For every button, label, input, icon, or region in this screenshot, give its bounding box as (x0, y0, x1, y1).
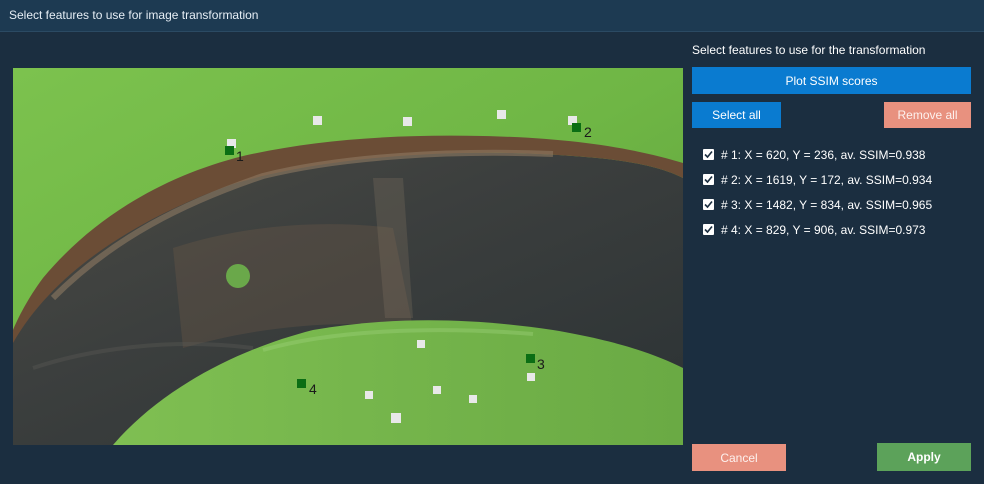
panel-heading: Select features to use for the transform… (692, 43, 926, 57)
feature-row-1[interactable]: # 1: X = 620, Y = 236, av. SSIM=0.938 (703, 142, 932, 167)
marker-label: 1 (236, 148, 244, 164)
checkmark-icon (704, 200, 713, 209)
feature-label: # 4: X = 829, Y = 906, av. SSIM=0.973 (721, 222, 926, 237)
feature-label: # 2: X = 1619, Y = 172, av. SSIM=0.934 (721, 172, 933, 187)
drone-image-canvas[interactable]: 1 2 3 4 (13, 68, 683, 445)
feature-checkbox-4[interactable] (703, 224, 714, 235)
feature-label: # 1: X = 620, Y = 236, av. SSIM=0.938 (721, 147, 926, 162)
marker-label: 3 (537, 356, 545, 372)
feature-row-4[interactable]: # 4: X = 829, Y = 906, av. SSIM=0.973 (703, 217, 932, 242)
select-all-button[interactable]: Select all (692, 102, 781, 128)
marker-label: 4 (309, 381, 317, 397)
title-bar: Select features to use for image transfo… (0, 0, 984, 32)
marker-label: 2 (584, 124, 592, 140)
feature-checkbox-3[interactable] (703, 199, 714, 210)
feature-checkbox-1[interactable] (703, 149, 714, 160)
checkmark-icon (704, 150, 713, 159)
window-title: Select features to use for image transfo… (9, 8, 259, 22)
feature-row-2[interactable]: # 2: X = 1619, Y = 172, av. SSIM=0.934 (703, 167, 932, 192)
feature-row-3[interactable]: # 3: X = 1482, Y = 834, av. SSIM=0.965 (703, 192, 932, 217)
feature-label: # 3: X = 1482, Y = 834, av. SSIM=0.965 (721, 197, 933, 212)
drone-image[interactable]: 1 2 3 4 (13, 68, 683, 445)
apply-button[interactable]: Apply (877, 443, 971, 471)
checkmark-icon (704, 225, 713, 234)
cancel-button[interactable]: Cancel (692, 444, 786, 471)
checkmark-icon (704, 175, 713, 184)
feature-list: # 1: X = 620, Y = 236, av. SSIM=0.938 # … (703, 142, 932, 242)
feature-checkbox-2[interactable] (703, 174, 714, 185)
remove-all-button[interactable]: Remove all (884, 102, 971, 128)
plot-ssim-button[interactable]: Plot SSIM scores (692, 67, 971, 94)
